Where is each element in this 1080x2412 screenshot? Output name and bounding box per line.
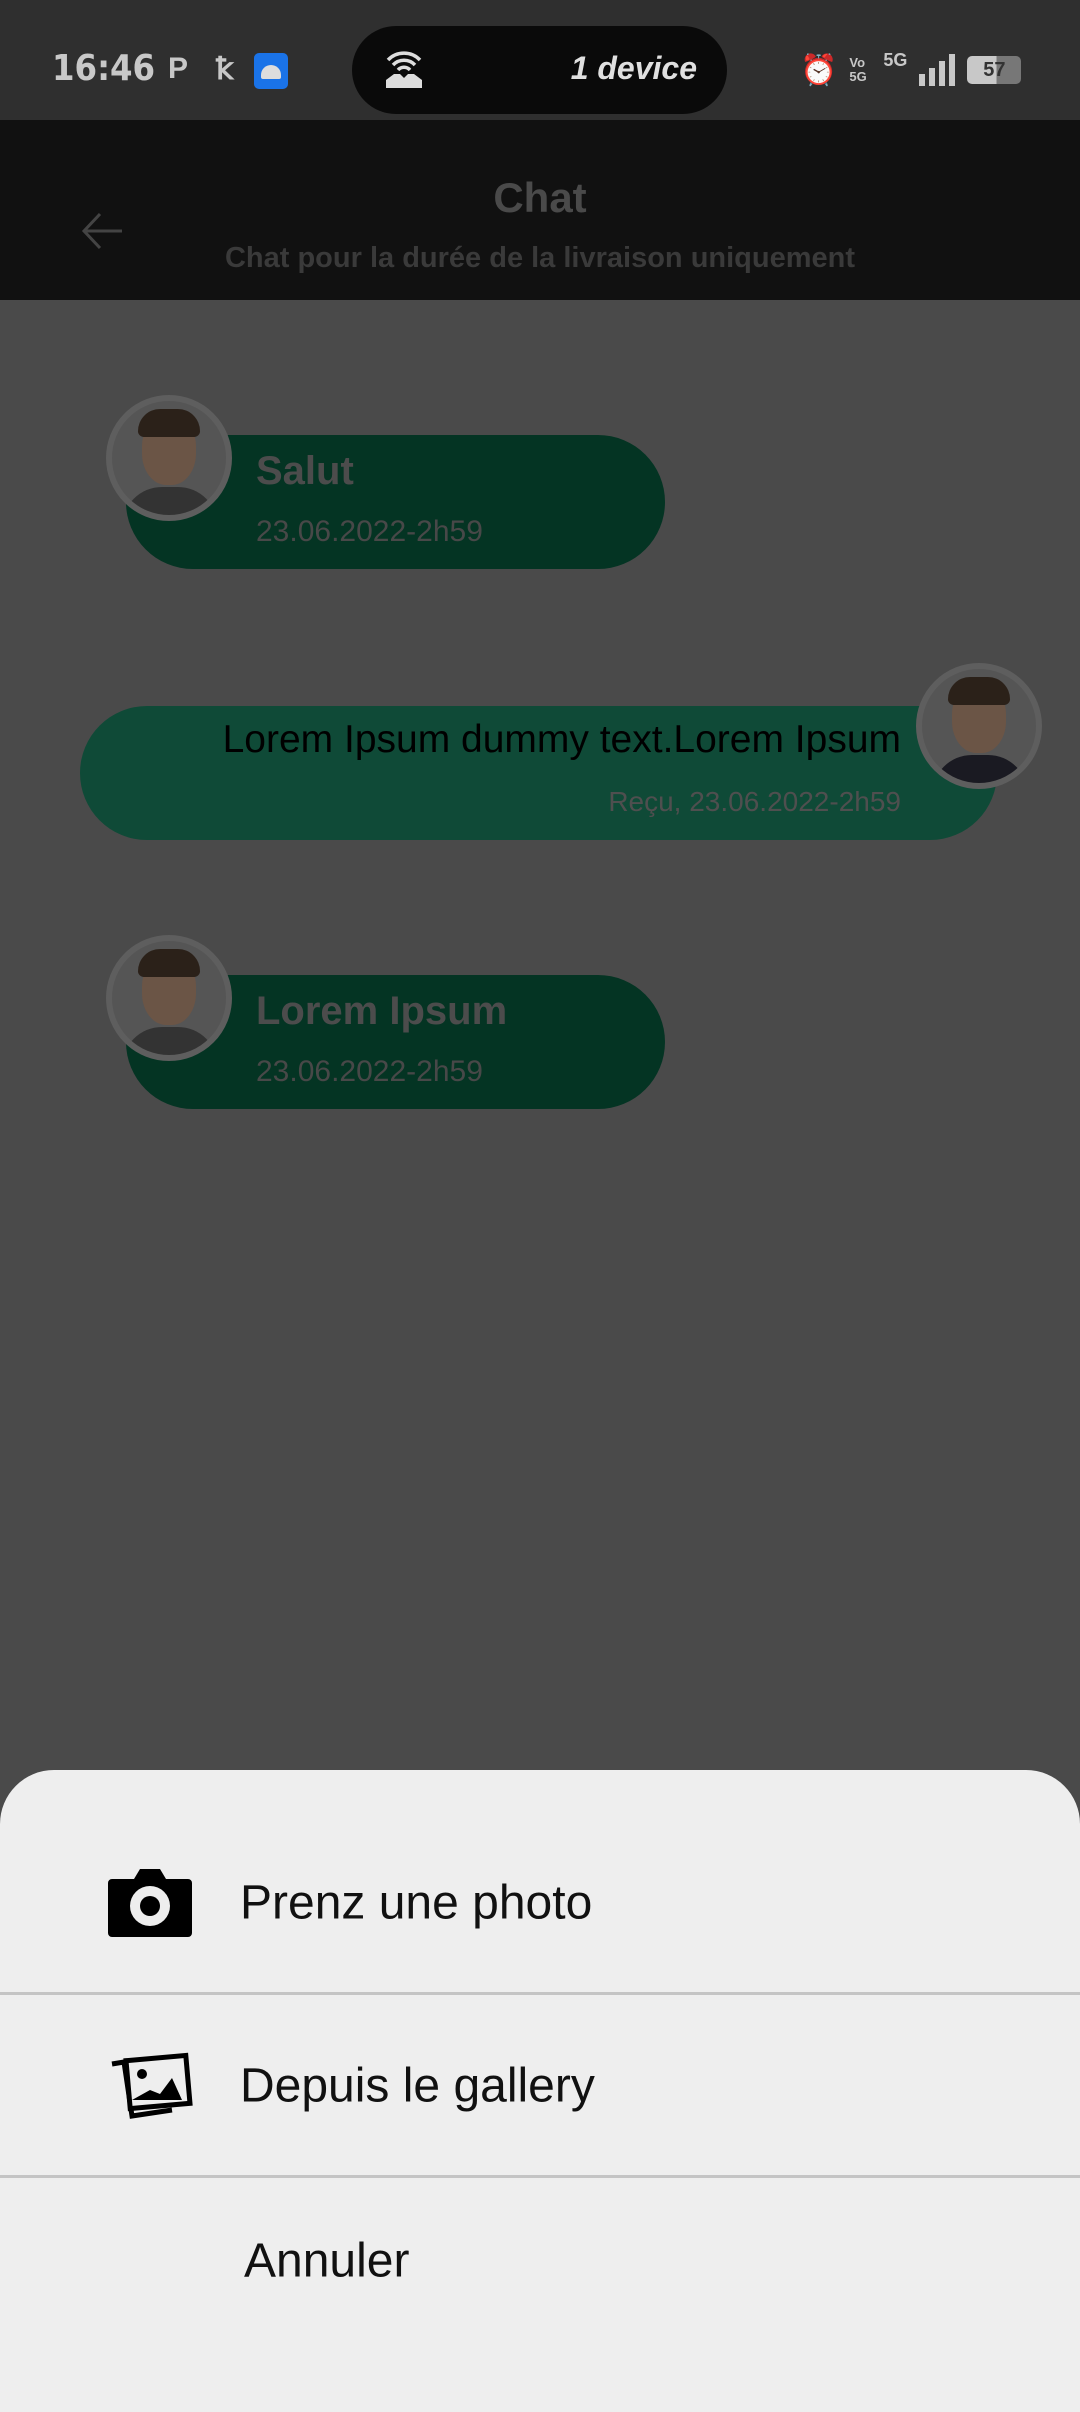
status-bar: 16:46 P ꝁ 1 device ⏰ Vo 5G 5G 57: [0, 0, 1080, 120]
camera-icon: [108, 1869, 192, 1937]
avatar: [106, 395, 232, 521]
message-text: Lorem Ipsum dummy text.Lorem Ipsum: [222, 718, 901, 761]
gallery-option[interactable]: Depuis le gallery: [0, 1995, 1080, 2177]
cancel-button[interactable]: Annuler: [0, 2170, 1080, 2352]
battery-icon: 57: [967, 56, 1022, 84]
message-time: 23.06.2022-2h59: [256, 515, 483, 548]
avatar: [106, 935, 232, 1061]
message-text: Lorem Ipsum: [256, 989, 508, 1033]
signal-icon: [919, 54, 956, 86]
hotspot-label: 1 device: [570, 50, 697, 86]
message-text: Salut: [256, 449, 354, 493]
message-bubble: Lorem Ipsum dummy text.Lorem Ipsum Reçu,…: [80, 706, 997, 840]
bottom-sheet: Prenz une photo Depuis le gallery Annule…: [0, 1770, 1080, 2412]
gallery-label: Depuis le gallery: [240, 2059, 595, 2113]
network-type: 5G: [883, 50, 908, 70]
clock: 16:46: [52, 48, 156, 89]
take-photo-option[interactable]: Prenz une photo: [0, 1812, 1080, 1994]
cancel-label: Annuler: [244, 2234, 410, 2288]
parking-icon: P: [168, 52, 189, 85]
hotspot-icon: [386, 51, 422, 88]
message-time: 23.06.2022-2h59: [256, 1055, 483, 1088]
gallery-icon: [111, 2052, 193, 2119]
status-icons: ⏰ Vo 5G 5G 57: [800, 50, 1022, 90]
page-subtitle: Chat pour la durée de la livraison uniqu…: [224, 242, 856, 274]
message-time: Reçu, 23.06.2022-2h59: [608, 786, 901, 817]
hotspot-pill[interactable]: 1 device: [352, 26, 727, 114]
volte-label: Vo 5G: [849, 55, 867, 84]
take-photo-label: Prenz une photo: [240, 1876, 593, 1930]
alarm-icon: ⏰: [800, 53, 838, 87]
activity-icon: ꝁ: [216, 53, 234, 86]
app-header: Chat Chat pour la durée de la livraison …: [0, 120, 1080, 300]
android-icon: [254, 53, 288, 89]
page-title: Chat: [493, 174, 587, 221]
avatar: [916, 663, 1042, 789]
